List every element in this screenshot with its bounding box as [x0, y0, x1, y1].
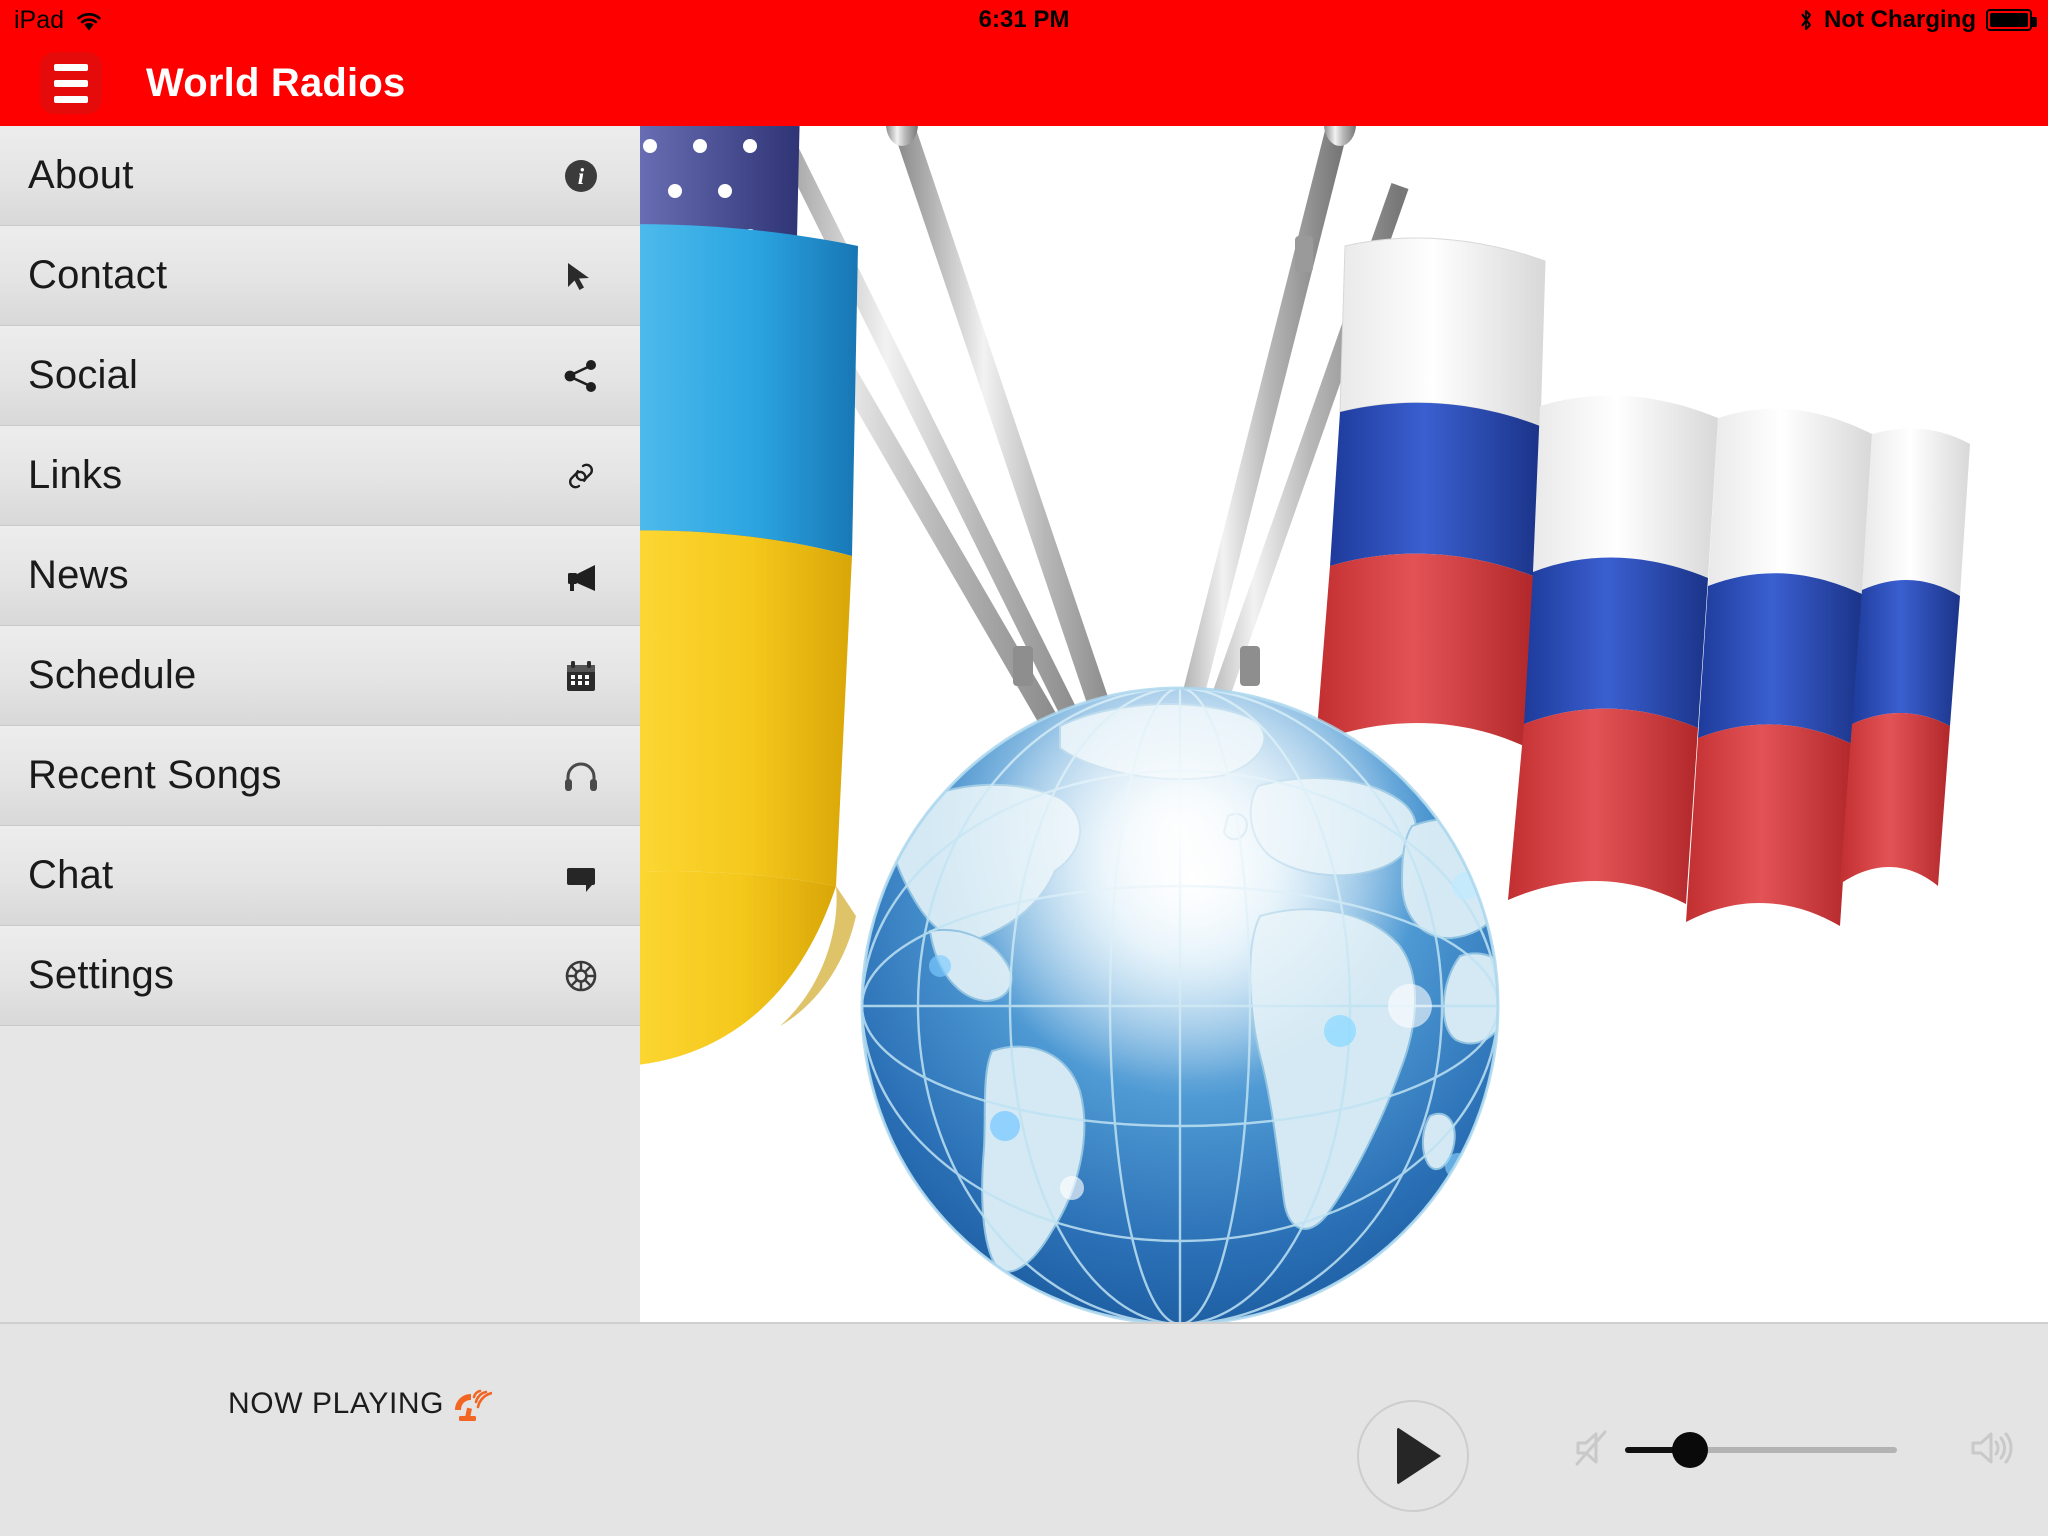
sidebar-item-settings[interactable]: Settings [0, 926, 640, 1026]
share-nodes-icon [558, 353, 604, 399]
sidebar-item-news[interactable]: News [0, 526, 640, 626]
sidebar-item-chat[interactable]: Chat [0, 826, 640, 926]
now-playing-indicator: NOW PLAYING [228, 1380, 494, 1427]
status-bar: iPad 6:31 PM Not Charging [0, 0, 2048, 40]
play-icon [1397, 1427, 1441, 1485]
bluetooth-icon [1798, 7, 1814, 33]
now-playing-label: NOW PLAYING [228, 1386, 445, 1420]
sidebar-item-links[interactable]: Links [0, 426, 640, 526]
cursor-arrow-icon [558, 253, 604, 299]
broadcast-antenna-icon [450, 1380, 494, 1427]
sidebar-item-label: About [28, 153, 134, 197]
status-bar-time: 6:31 PM [978, 6, 1070, 33]
main-content [640, 126, 2048, 1322]
sidebar-item-label: Contact [28, 253, 168, 297]
gear-wheel-icon [558, 953, 604, 999]
megaphone-icon [558, 553, 604, 599]
battery-status-label: Not Charging [1824, 6, 1976, 33]
headphones-icon [558, 753, 604, 799]
sidebar-item-label: Recent Songs [28, 753, 282, 797]
status-bar-right: Not Charging [1798, 6, 2037, 34]
sidebar-item-label: News [28, 553, 129, 597]
sidebar-item-label: Links [28, 453, 123, 497]
sidebar-item-label: Settings [28, 953, 175, 997]
hamburger-menu-icon[interactable] [40, 52, 102, 114]
navigation-bar: World Radios [0, 40, 2048, 126]
speaker-volume-icon[interactable] [1967, 1425, 2015, 1471]
sidebar-item-label: Social [28, 353, 139, 397]
svg-text:i: i [578, 164, 585, 189]
play-button[interactable] [1357, 1400, 1469, 1512]
hamburger-bar [54, 95, 88, 103]
sidebar-item-recent-songs[interactable]: Recent Songs [0, 726, 640, 826]
battery-icon [1986, 9, 2037, 31]
volume-slider-thumb[interactable] [1672, 1432, 1708, 1468]
player-bar [0, 1322, 2048, 1536]
speaker-mute-icon[interactable] [1570, 1425, 1616, 1471]
info-circle-icon: i [558, 153, 604, 199]
page-title: World Radios [146, 60, 406, 105]
link-chain-icon [558, 453, 604, 499]
sidebar-item-about[interactable]: About i [0, 126, 640, 226]
speech-bubble-icon [558, 853, 604, 899]
sidebar-item-social[interactable]: Social [0, 326, 640, 426]
sidebar-menu: About i Contact Social Links News Schedu… [0, 126, 640, 1322]
sidebar-item-label: Schedule [28, 653, 197, 697]
volume-slider[interactable] [1625, 1432, 1897, 1468]
calendar-icon [558, 653, 604, 699]
sidebar-item-label: Chat [28, 853, 114, 897]
sidebar-item-contact[interactable]: Contact [0, 226, 640, 326]
flags-and-globe-illustration [640, 126, 2048, 1322]
hamburger-bar [54, 79, 88, 87]
sidebar-item-schedule[interactable]: Schedule [0, 626, 640, 726]
hamburger-bar [54, 63, 88, 71]
